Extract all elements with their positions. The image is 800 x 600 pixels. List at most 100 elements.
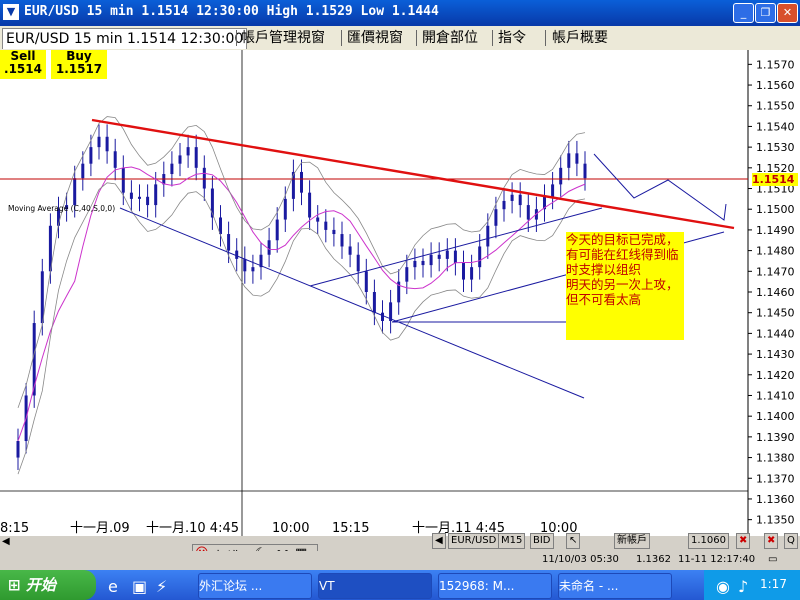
sell-value: .1514 bbox=[4, 62, 42, 76]
minimize-button[interactable]: _ bbox=[733, 3, 754, 23]
annotation-text: 今天的目标已完成，有可能在红线得到临时支撑以组织 明天的另一次上攻，但不可看太高 bbox=[566, 232, 679, 307]
price-tick-label: 1.1370 bbox=[756, 472, 795, 485]
candle-body bbox=[478, 246, 482, 268]
candle-body bbox=[526, 205, 530, 220]
price-tick-label: 1.1460 bbox=[756, 286, 795, 299]
candle-body bbox=[105, 136, 109, 152]
candle-body bbox=[121, 167, 125, 193]
tab-quotes[interactable]: 匯價視窗 bbox=[344, 28, 406, 48]
taskbar: ⊞ 开始 e ▣ ⚡ 外汇论坛 ... VT 152968: M... 未命名 … bbox=[0, 570, 800, 600]
prev-button[interactable]: ◀ bbox=[432, 533, 446, 549]
tab-orders[interactable]: 指令 bbox=[495, 28, 529, 48]
candle-body bbox=[16, 441, 20, 458]
candle-body bbox=[186, 147, 190, 156]
candle-body bbox=[559, 167, 563, 185]
symbol-select[interactable]: EUR/USD bbox=[448, 533, 500, 549]
candle-body bbox=[283, 198, 287, 220]
tab-divider bbox=[545, 30, 546, 46]
tray-network-icon[interactable]: ◉ bbox=[716, 577, 730, 596]
tab-account-summary[interactable]: 帳戶概要 bbox=[549, 28, 611, 48]
candle-body bbox=[518, 194, 522, 206]
quicklaunch-desktop-icon[interactable]: ▣ bbox=[132, 577, 147, 596]
chart-area[interactable]: 1.1570 1.1560 1.1550 1.1540 1.1530 1.1520 1.15… bbox=[0, 50, 800, 536]
price-tick-label: 1.1500 bbox=[756, 203, 795, 216]
candle-body bbox=[332, 229, 336, 235]
timeframe-select[interactable]: M15 bbox=[498, 533, 526, 549]
price-tick-label: 1.1390 bbox=[756, 431, 795, 444]
current-price-tag: 1.1514 bbox=[752, 173, 798, 186]
task-item-label: VT bbox=[319, 579, 335, 593]
price-tick-label: 1.1490 bbox=[756, 224, 795, 237]
start-button[interactable]: ⊞ 开始 bbox=[0, 570, 96, 600]
price-tick-label: 1.1430 bbox=[756, 348, 795, 361]
candle-body bbox=[170, 163, 174, 175]
candle-body bbox=[81, 163, 85, 179]
quicklaunch-browser-icon[interactable]: e bbox=[108, 577, 118, 596]
tab-open-positions[interactable]: 開倉部位 bbox=[419, 28, 481, 48]
close-button[interactable]: ✕ bbox=[777, 3, 798, 23]
candle-body bbox=[113, 151, 117, 168]
quicklaunch-media-icon[interactable]: ⚡ bbox=[156, 577, 167, 596]
candle-body bbox=[583, 163, 587, 179]
candle-body bbox=[413, 260, 417, 268]
tray-volume-icon[interactable]: ♪ bbox=[738, 577, 748, 596]
task-item-vt[interactable]: VT bbox=[318, 573, 432, 599]
tab-account-management[interactable]: 帳戶管理視窗 bbox=[238, 28, 328, 48]
candle-body bbox=[356, 254, 360, 272]
price-tick-label: 1.1550 bbox=[756, 100, 795, 113]
candle-body bbox=[348, 246, 352, 255]
candle-body bbox=[308, 192, 312, 218]
candle-body bbox=[494, 209, 498, 226]
candle-body bbox=[421, 260, 425, 266]
buy-order-icon[interactable]: ✖ bbox=[764, 533, 779, 549]
taskbar-clock: 1:17 bbox=[760, 577, 787, 591]
price-tick-label: 1.1450 bbox=[756, 307, 795, 320]
side-select[interactable]: BID bbox=[530, 533, 554, 549]
candle-body bbox=[510, 194, 514, 201]
price-tick-label: 1.1360 bbox=[756, 493, 795, 506]
price-tick-label: 1.1380 bbox=[756, 452, 795, 465]
candle-body bbox=[437, 254, 441, 259]
candle-body bbox=[486, 225, 490, 247]
price-tick-label: 1.1470 bbox=[756, 265, 795, 278]
candle-body bbox=[364, 271, 368, 292]
task-item-untitled[interactable]: 未命名 - ... bbox=[558, 573, 672, 599]
candle-body bbox=[453, 250, 457, 264]
account-label: 新帳戶 bbox=[614, 533, 650, 549]
start-label: 开始 bbox=[25, 576, 56, 594]
candle-body bbox=[243, 258, 247, 272]
projection-path bbox=[593, 153, 727, 221]
tab-divider bbox=[492, 30, 493, 46]
task-item-label: 外汇论坛 ... bbox=[199, 579, 263, 593]
resistance-trendline bbox=[91, 118, 735, 230]
candle-body bbox=[470, 267, 474, 280]
windows-logo-icon: ⊞ bbox=[8, 576, 21, 594]
restore-button[interactable]: ❐ bbox=[755, 3, 776, 23]
buy-quote-button[interactable]: Buy 1.1517 bbox=[51, 50, 107, 79]
candle-body bbox=[275, 219, 279, 241]
price-tick-label: 1.1420 bbox=[756, 369, 795, 382]
candle-body bbox=[462, 263, 465, 280]
price-tick-label: 1.1530 bbox=[756, 141, 795, 154]
candle-body bbox=[575, 153, 579, 164]
price-tick-label: 1.1440 bbox=[756, 327, 795, 340]
price-tick-label: 1.1480 bbox=[756, 245, 795, 258]
candlestick-series bbox=[16, 124, 587, 470]
price-tick-label: 1.1350 bbox=[756, 514, 795, 527]
price-tick-label: 1.1570 bbox=[756, 58, 795, 71]
task-item-forum[interactable]: 外汇论坛 ... bbox=[198, 573, 312, 599]
task-item-mail[interactable]: 152968: M... bbox=[438, 573, 552, 599]
sell-order-icon[interactable]: ✖ bbox=[736, 533, 751, 549]
candle-body bbox=[129, 192, 133, 199]
candle-body bbox=[235, 250, 239, 259]
app-logo-icon: ▼ bbox=[3, 4, 19, 20]
sell-quote-button[interactable]: Sell .1514 bbox=[0, 50, 46, 79]
candle-body bbox=[567, 153, 571, 168]
candle-body bbox=[551, 184, 555, 197]
status-price: 1.1362 bbox=[636, 554, 671, 565]
window-tabs: EUR/USD 15 min 1.1514 12:30:00 帳戶管理視窗 匯價… bbox=[0, 26, 800, 50]
cursor-tool-icon[interactable]: ↖ bbox=[566, 533, 581, 549]
query-button[interactable]: Q bbox=[784, 533, 798, 549]
tab-chart[interactable]: EUR/USD 15 min 1.1514 12:30:00 bbox=[2, 28, 248, 49]
price-tick-label: 1.1400 bbox=[756, 410, 795, 423]
